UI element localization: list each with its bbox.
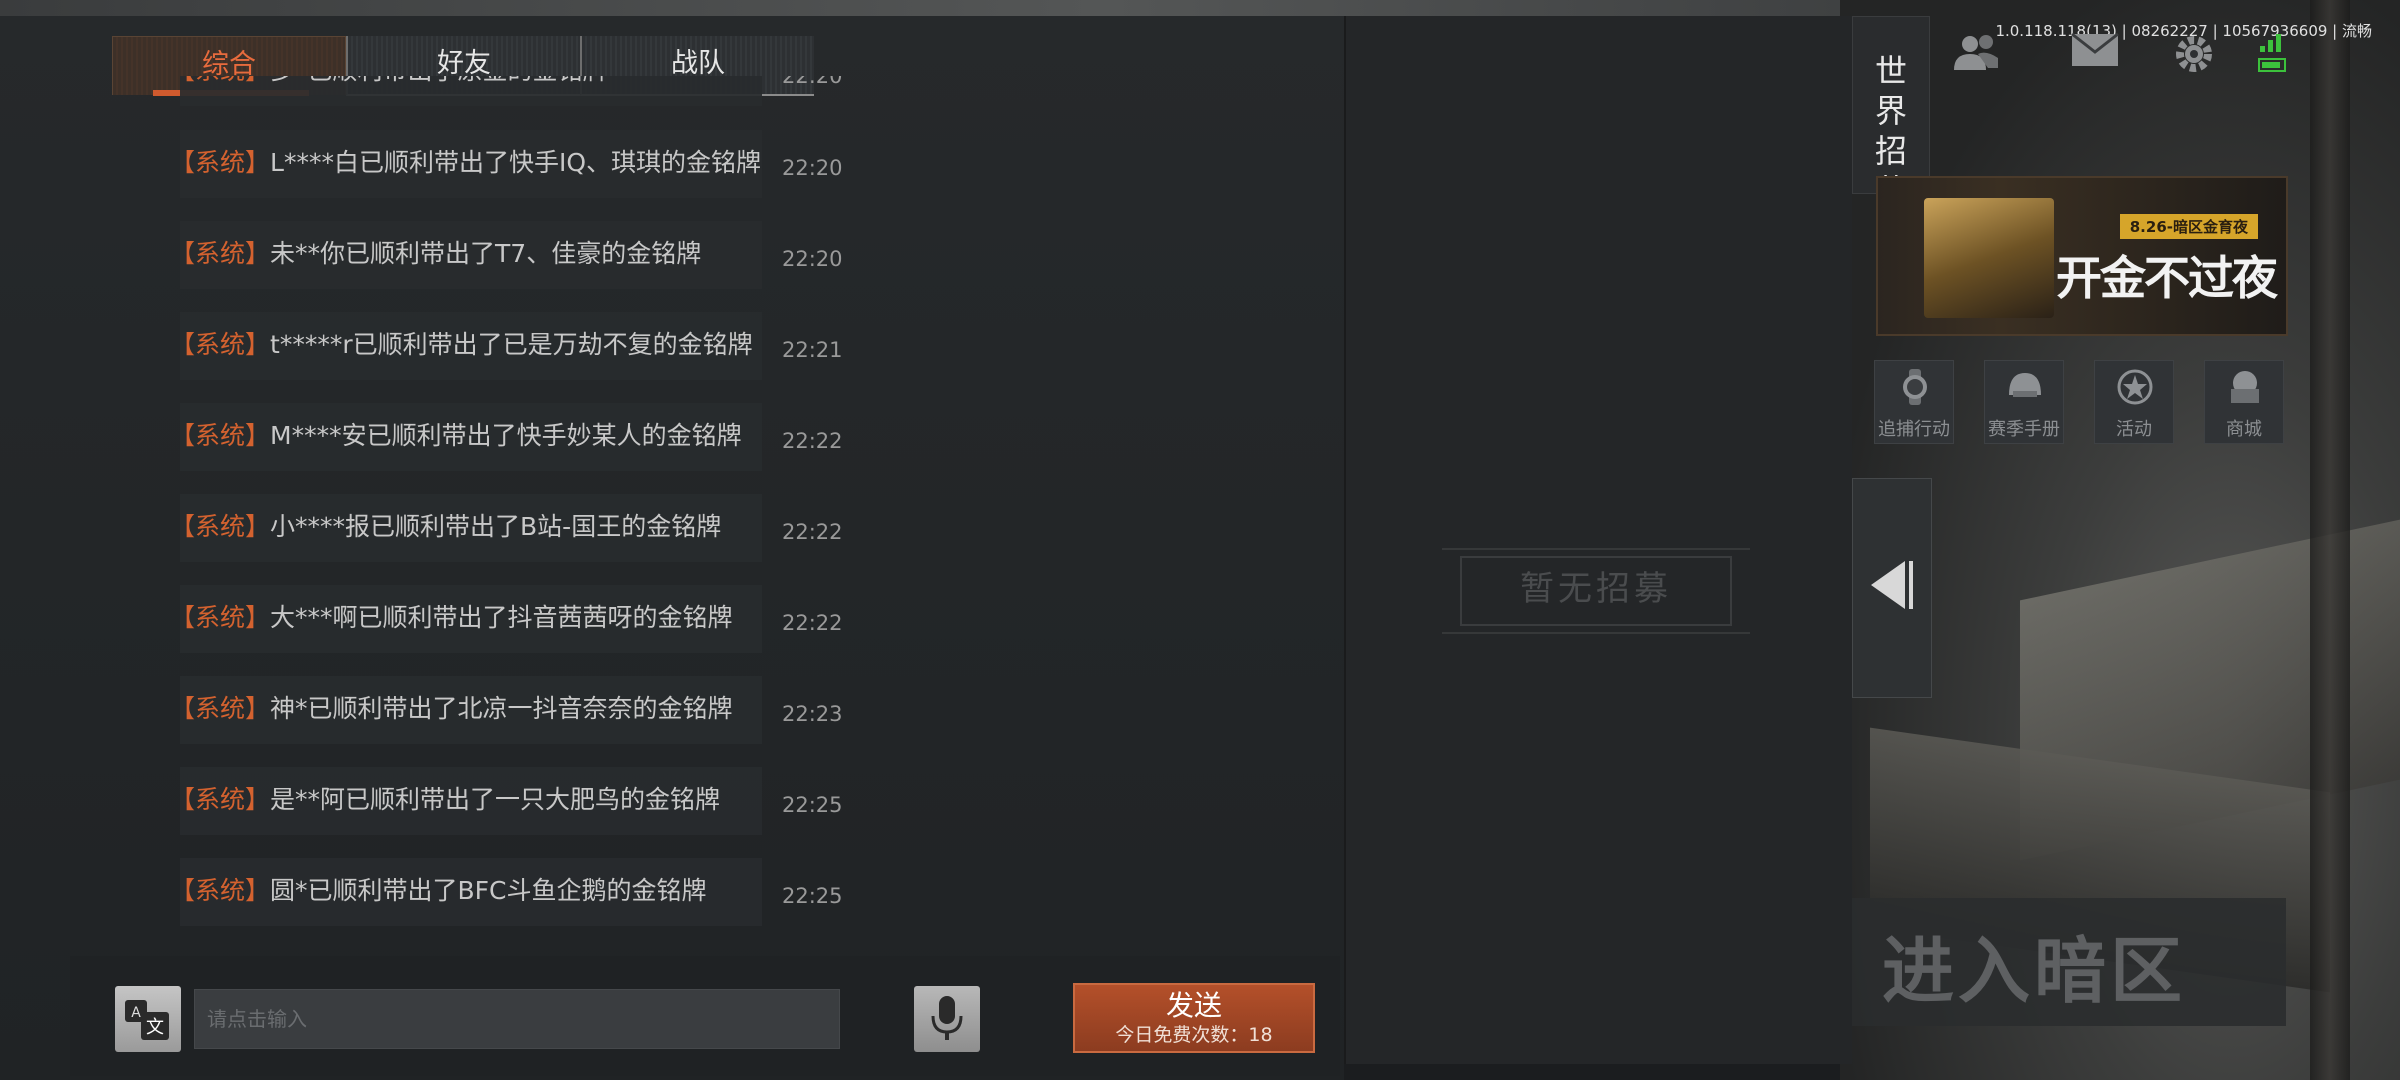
menu-pursuit-operation[interactable]: 追捕行动 — [1874, 360, 1954, 444]
world-recruit-char: 招 — [1874, 132, 1907, 170]
star-icon — [2117, 369, 2153, 405]
collapse-panel-button[interactable] — [1852, 478, 1932, 698]
message-body: 是**阿已顺利带出了一只大肥鸟的金铭牌 — [270, 785, 721, 814]
message-body: 未**你已顺利带出了T7、佳豪的金铭牌 — [270, 239, 702, 268]
message-body: 神*已顺利带出了北凉一抖音奈奈的金铭牌 — [270, 694, 733, 723]
message-time: 22:22 — [782, 611, 843, 635]
banner-chest-image — [1924, 198, 2054, 318]
message-list[interactable]: 【系统】多*已顺利带出了原金的金铭牌 22:20 【系统】L****白已顺利带出… — [0, 76, 1340, 946]
gear-icon[interactable] — [2172, 32, 2216, 76]
message-text: 【系统】大***啊已顺利带出了抖音茜茜呀的金铭牌 — [170, 585, 733, 653]
system-tag: 【系统】 — [170, 421, 271, 450]
message-time: 22:25 — [782, 793, 843, 817]
menu-label: 赛季手册 — [1988, 419, 2060, 440]
translate-button[interactable]: A 文 — [115, 986, 181, 1052]
message-text: 【系统】M****安已顺利带出了快手妙某人的金铭牌 — [170, 403, 742, 471]
menu-label: 活动 — [2116, 419, 2152, 440]
message-text: 【系统】未**你已顺利带出了T7、佳豪的金铭牌 — [170, 221, 701, 289]
collapse-arrow-icon — [1871, 561, 1913, 609]
system-tag: 【系统】 — [170, 785, 271, 814]
system-tag: 【系统】 — [170, 603, 271, 632]
message-time: 22:22 — [782, 429, 843, 453]
menu-season-handbook[interactable]: 赛季手册 — [1984, 360, 2064, 444]
translate-icon: A 文 — [125, 1000, 169, 1040]
chat-panel: 综合 好友 战队 【系统】多*已顺利带出了原金的金铭牌 22:20 【系统】L*… — [0, 16, 1344, 1080]
enter-dark-zone-label: 进入暗区 — [1882, 929, 2187, 1013]
system-tag: 【系统】 — [170, 76, 270, 85]
system-tag: 【系统】 — [170, 876, 271, 905]
mail-icon[interactable] — [2070, 32, 2120, 68]
message-text: 【系统】t*****r已顺利带出了已是万劫不复的金铭牌 — [170, 312, 753, 380]
menu-activity[interactable]: 活动 — [2094, 360, 2174, 444]
microphone-icon — [931, 996, 963, 1040]
message-body: 大***啊已顺利带出了抖音茜茜呀的金铭牌 — [270, 603, 733, 632]
battery-icon — [2258, 58, 2286, 72]
message-time: 22:25 — [782, 884, 843, 908]
chat-input-bar: A 文 发送 今日免费次数：18 — [70, 956, 1340, 1076]
message-text: 【系统】多*已顺利带出了原金的金铭牌 — [170, 76, 608, 106]
world-recruit-char: 世 — [1874, 52, 1907, 90]
enter-dark-zone-button[interactable]: 进入暗区 — [1852, 898, 2286, 1026]
watch-icon — [1903, 369, 1927, 405]
voice-button[interactable] — [914, 986, 980, 1052]
message-text: 【系统】小****报已顺利带出了B站-国王的金铭牌 — [170, 494, 721, 562]
message-body: 多*已顺利带出了原金的金铭牌 — [270, 76, 608, 85]
message-time: 22:21 — [782, 338, 843, 362]
helmet-icon — [2009, 373, 2041, 397]
message-time: 22:20 — [782, 247, 843, 271]
message-body: M****安已顺利带出了快手妙某人的金铭牌 — [270, 421, 742, 450]
quick-menu: 追捕行动 赛季手册 活动 商城 — [1874, 360, 2294, 444]
message-body: t*****r已顺利带出了已是万劫不复的金铭牌 — [270, 330, 753, 359]
menu-shop[interactable]: 商城 — [2204, 360, 2284, 444]
system-tag: 【系统】 — [170, 330, 271, 359]
shop-icon — [2231, 371, 2259, 403]
world-recruit-char: 界 — [1874, 92, 1907, 130]
message-time: 22:20 — [782, 76, 843, 88]
message-time: 22:20 — [782, 156, 843, 180]
top-strip — [0, 0, 1840, 16]
send-label: 发送 — [1165, 989, 1222, 1022]
system-tag: 【系统】 — [170, 694, 271, 723]
signal-icon — [2260, 34, 2281, 52]
menu-label: 商城 — [2226, 419, 2262, 440]
message-time: 22:23 — [782, 702, 843, 726]
message-body: 小****报已顺利带出了B站-国王的金铭牌 — [270, 512, 722, 541]
banner-title: 开金不过夜 — [2056, 251, 2278, 305]
message-text: 【系统】神*已顺利带出了北凉一抖音奈奈的金铭牌 — [170, 676, 733, 744]
free-quota-text: 今日免费次数：18 — [1115, 1024, 1273, 1046]
message-time: 22:22 — [782, 520, 843, 544]
event-banner[interactable]: 8.26-暗区金育夜 开金不过夜 — [1876, 176, 2288, 336]
recruit-empty-state: 暂无招募 — [1442, 548, 1750, 634]
scene-tree — [2310, 0, 2350, 1080]
message-text: 【系统】圆*已顺利带出了BFC斗鱼企鹅的金铭牌 — [170, 858, 707, 926]
world-recruit-tab[interactable]: 世 界 招 募 — [1852, 16, 1930, 210]
send-button[interactable]: 发送 今日免费次数：18 — [1073, 983, 1315, 1053]
menu-label: 追捕行动 — [1878, 419, 1950, 440]
message-body: L****白已顺利带出了快手IQ、琪琪的金铭牌 — [270, 148, 761, 177]
chat-input[interactable] — [194, 989, 840, 1049]
system-tag: 【系统】 — [170, 148, 271, 177]
recruit-empty-text: 暂无招募 — [1520, 569, 1672, 609]
message-body: 圆*已顺利带出了BFC斗鱼企鹅的金铭牌 — [270, 876, 707, 905]
message-text: 【系统】是**阿已顺利带出了一只大肥鸟的金铭牌 — [170, 767, 720, 835]
recruit-panel: 暂无招募 — [1344, 16, 1852, 1064]
svg-text:文: 文 — [146, 1017, 164, 1038]
banner-badge: 8.26-暗区金育夜 — [2119, 214, 2258, 239]
system-tag: 【系统】 — [170, 239, 271, 268]
system-tag: 【系统】 — [170, 512, 271, 541]
friends-icon[interactable] — [1952, 32, 2002, 72]
message-text: 【系统】L****白已顺利带出了快手IQ、琪琪的金铭牌 — [170, 130, 761, 198]
svg-text:A: A — [131, 1005, 141, 1021]
